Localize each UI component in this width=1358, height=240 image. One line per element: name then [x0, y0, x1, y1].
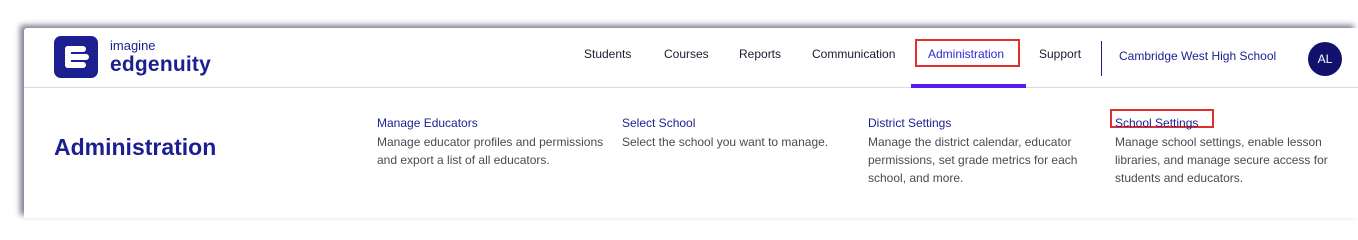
app-window: imagine edgenuity Students Courses Repor…	[24, 28, 1358, 218]
nav-communication[interactable]: Communication	[812, 47, 895, 61]
nav-support[interactable]: Support	[1039, 47, 1081, 61]
manage-educators-link[interactable]: Manage Educators	[377, 116, 478, 130]
district-settings-description: Manage the district calendar, educator p…	[868, 135, 1078, 185]
brand-line-2: edgenuity	[110, 53, 211, 76]
nav-administration[interactable]: Administration	[928, 47, 1004, 61]
school-settings-description: Manage school settings, enable lesson li…	[1115, 135, 1328, 185]
district-settings-link[interactable]: District Settings	[868, 116, 951, 130]
brand-wordmark: imagine edgenuity	[110, 39, 211, 75]
edgenuity-logo-icon	[54, 36, 98, 78]
user-avatar[interactable]: AL	[1308, 42, 1342, 76]
nav-active-underline	[911, 84, 1026, 88]
nav-divider	[1101, 41, 1102, 76]
manage-educators-description: Manage educator profiles and permissions…	[377, 135, 604, 167]
top-navigation-bar: imagine edgenuity Students Courses Repor…	[24, 28, 1358, 88]
page-title: Administration	[54, 134, 217, 160]
nav-students[interactable]: Students	[584, 47, 631, 61]
admin-card-school-settings: School Settings Manage school settings, …	[1115, 114, 1347, 187]
select-school-link[interactable]: Select School	[622, 116, 695, 130]
nav-reports[interactable]: Reports	[739, 47, 781, 61]
brand-line-1: imagine	[110, 38, 156, 53]
select-school-description: Select the school you want to manage.	[622, 135, 829, 149]
admin-card-district-settings: District Settings Manage the district ca…	[868, 114, 1100, 187]
admin-card-select-school: Select School Select the school you want…	[622, 114, 854, 151]
nav-courses[interactable]: Courses	[664, 47, 709, 61]
admin-card-manage-educators: Manage Educators Manage educator profile…	[377, 114, 609, 169]
school-selector[interactable]: Cambridge West High School	[1119, 49, 1276, 63]
brand-logo[interactable]: imagine edgenuity	[54, 36, 211, 78]
school-settings-link[interactable]: School Settings	[1115, 116, 1198, 130]
